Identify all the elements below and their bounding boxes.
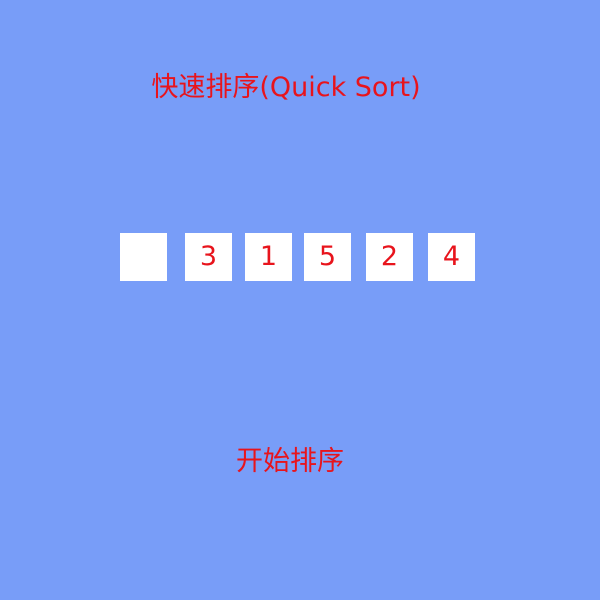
array-cell: 1 — [245, 233, 292, 281]
start-sort-button[interactable]: 开始排序 — [0, 442, 580, 482]
array-cell: 2 — [366, 233, 413, 281]
array-row: 3 1 5 2 4 — [0, 233, 600, 281]
pivot-slot — [120, 233, 167, 281]
array-cell: 3 — [185, 233, 232, 281]
page-title: 快速排序(Quick Sort) — [151, 72, 421, 103]
array-cell: 5 — [304, 233, 351, 281]
array-cell: 4 — [428, 233, 475, 281]
